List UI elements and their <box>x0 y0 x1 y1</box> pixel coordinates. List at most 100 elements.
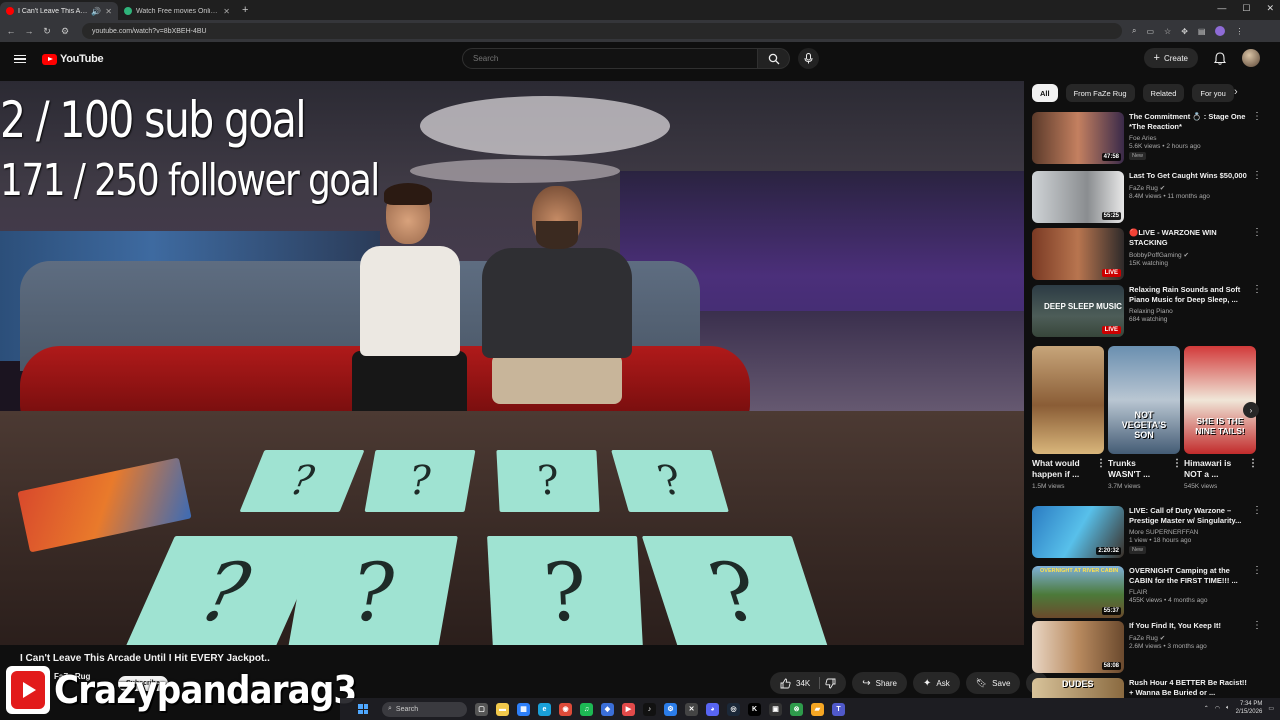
chip-for-you[interactable]: For you <box>1192 84 1234 102</box>
short-title[interactable]: What would happen if ... <box>1032 458 1080 479</box>
volume-icon[interactable]: 🔈︎ <box>1226 705 1230 712</box>
short-thumbnail[interactable] <box>1032 346 1104 454</box>
recommendation-item[interactable]: 47:58 The Commitment 💍 : Stage One *The … <box>1032 112 1264 166</box>
more-options-icon[interactable]: ⋮ <box>1096 459 1104 469</box>
short-item[interactable]: NOT VEGETA'S SON Trunks WASN'T ... ⋮ 3.7M… <box>1108 346 1180 490</box>
recommendation-item[interactable]: OVERNIGHT AT RIVER CABIN 55:37 OVERNIGHT… <box>1032 566 1264 620</box>
more-options-icon[interactable]: ⋮ <box>1252 171 1262 181</box>
store-icon[interactable]: ▦ <box>517 702 530 716</box>
chrome-icon[interactable]: ◉ <box>559 702 572 716</box>
youtube-logo[interactable]: YouTube <box>42 53 104 65</box>
recommendation-item[interactable]: LIVE 🔴LIVE - WARZONE WIN STACKING BobbyP… <box>1032 228 1264 282</box>
short-item[interactable]: SHE IS THE NINE TAILS! Himawari is NOT a… <box>1184 346 1256 490</box>
more-options-icon[interactable]: ⋮ <box>1252 228 1262 238</box>
close-tab-icon[interactable]: ✕ <box>223 7 230 16</box>
teams-icon[interactable]: T <box>832 702 845 716</box>
recommendation-item[interactable]: DEEP SLEEP MUSIC LIVE Relaxing Rain Soun… <box>1032 285 1264 339</box>
more-options-icon[interactable]: ⋮ <box>1172 459 1180 469</box>
chevron-up-icon[interactable]: ⌃ <box>1204 705 1209 712</box>
recommendation-channel[interactable]: More SUPERNERFFAN <box>1129 529 1250 536</box>
zoom-icon[interactable]: ⌕ <box>1132 26 1136 36</box>
notification-icon[interactable]: ▭ <box>1268 705 1274 712</box>
site-info-icon[interactable]: ⚙ <box>56 26 74 37</box>
ask-button[interactable]: ✦ Ask <box>912 672 960 694</box>
chrome-menu-icon[interactable]: ⋮ <box>1235 27 1243 36</box>
sidebar-icon[interactable]: ▤ <box>1198 27 1206 36</box>
thumbs-down-icon[interactable] <box>825 678 836 689</box>
recommendation-item[interactable]: 58:08 If You Find It, You Keep It! FaZe … <box>1032 621 1264 675</box>
video-thumbnail[interactable]: LIVE <box>1032 228 1124 280</box>
reload-icon[interactable]: ↻ <box>38 26 56 37</box>
system-clock[interactable]: 7:34 PM 2/15/2026 <box>1236 700 1263 716</box>
app-icon[interactable]: ◆ <box>601 702 614 716</box>
shorts-next-button[interactable]: › <box>1243 402 1259 418</box>
notifications-bell-icon[interactable] <box>1214 51 1226 65</box>
recommendation-item[interactable]: DUDES Rush Hour 4 BETTER Be Racist!! + W… <box>1032 678 1264 698</box>
more-options-icon[interactable]: ⋮ <box>1252 112 1262 122</box>
kick-icon[interactable]: K <box>748 702 761 716</box>
tab-youtube[interactable]: I Can't Leave This Arcade U 🔊 ✕ <box>0 2 118 20</box>
network-icon[interactable]: ◠ <box>1215 705 1220 712</box>
file-explorer-icon[interactable]: ▬ <box>496 702 509 716</box>
recommendation-channel[interactable]: BobbyPoffGaming ✔︎ <box>1129 251 1250 259</box>
video-thumbnail[interactable]: 55:25 <box>1032 171 1124 223</box>
search-input[interactable] <box>462 48 758 69</box>
create-button[interactable]: + Create <box>1143 48 1198 68</box>
discord-icon[interactable]: ◕ <box>706 702 719 716</box>
recommendation-item[interactable]: 55:25 Last To Get Caught Wins $50,000 Fa… <box>1032 171 1264 225</box>
app-icon[interactable]: ✕ <box>685 702 698 716</box>
tab-movies[interactable]: Watch Free movies Online | 12 ✕ <box>118 2 236 20</box>
close-window-icon[interactable]: ✕ <box>1266 3 1274 14</box>
forward-icon[interactable]: → <box>20 26 38 36</box>
chip-all[interactable]: All <box>1032 84 1058 102</box>
task-view-icon[interactable]: ▢ <box>475 702 488 716</box>
tiktok-icon[interactable]: ♪ <box>643 702 656 716</box>
more-options-icon[interactable]: ⋮ <box>1252 285 1262 295</box>
search-button[interactable] <box>758 48 790 69</box>
video-thumbnail[interactable]: DUDES <box>1032 678 1124 698</box>
app-icon[interactable]: ▶ <box>622 702 635 716</box>
more-options-icon[interactable]: ⋮ <box>1248 459 1256 469</box>
video-player[interactable]: ? ? ? ? ? ? ? ? 2 / 100 sub goal 171 / 2… <box>0 81 1024 645</box>
close-tab-icon[interactable]: ✕ <box>105 7 112 16</box>
recommendation-channel[interactable]: Foe Aries <box>1129 135 1250 142</box>
short-thumbnail[interactable]: NOT VEGETA'S SON <box>1108 346 1180 454</box>
account-avatar[interactable] <box>1242 49 1260 67</box>
hamburger-menu-icon[interactable] <box>14 54 26 64</box>
maximize-icon[interactable]: ☐ <box>1242 3 1250 14</box>
recommendation-title[interactable]: The Commitment 💍 : Stage One *The Reacti… <box>1129 112 1250 132</box>
back-icon[interactable]: ← <box>2 26 20 36</box>
short-title[interactable]: Himawari is NOT a ... <box>1184 458 1231 479</box>
like-button[interactable]: 34K <box>770 672 847 694</box>
recommendation-title[interactable]: Rush Hour 4 BETTER Be Racist!! + Wanna B… <box>1129 678 1250 698</box>
video-thumbnail[interactable]: DEEP SLEEP MUSIC LIVE <box>1032 285 1124 337</box>
bookmark-star-icon[interactable]: ☆ <box>1164 27 1171 36</box>
app-icon[interactable]: ▰ <box>811 702 824 716</box>
recommendation-channel[interactable]: Relaxing Piano <box>1129 308 1250 315</box>
recommendation-title[interactable]: Last To Get Caught Wins $50,000 <box>1129 171 1250 181</box>
video-thumbnail[interactable]: 47:58 <box>1032 112 1124 164</box>
spotify-icon[interactable]: ♫ <box>580 702 593 716</box>
short-title[interactable]: Trunks WASN'T ... <box>1108 458 1150 479</box>
chip-related[interactable]: Related <box>1142 84 1185 102</box>
more-options-icon[interactable]: ⋮ <box>1252 621 1262 631</box>
xbox-icon[interactable]: ⊗ <box>790 702 803 716</box>
video-thumbnail[interactable]: 2:20:32 <box>1032 506 1124 558</box>
edge-icon[interactable]: e <box>538 702 551 716</box>
recommendation-channel[interactable]: FaZe Rug ✔︎ <box>1129 634 1250 642</box>
short-thumbnail[interactable]: SHE IS THE NINE TAILS! <box>1184 346 1256 454</box>
more-options-icon[interactable]: ⋮ <box>1252 506 1262 516</box>
share-button[interactable]: ↪ Share <box>852 672 907 694</box>
recommendation-item[interactable]: 2:20:32 LIVE: Call of Duty Warzone – Pre… <box>1032 506 1264 560</box>
recommendation-channel[interactable]: FLAIR <box>1129 589 1250 596</box>
cast-icon[interactable]: ▭ <box>1146 27 1154 36</box>
profile-avatar-icon[interactable] <box>1215 26 1226 36</box>
recommendation-title[interactable]: 🔴LIVE - WARZONE WIN STACKING <box>1129 228 1250 248</box>
taskbar-search[interactable]: ⌕ Search <box>382 701 467 717</box>
new-tab-button[interactable]: + <box>242 4 248 16</box>
minimize-icon[interactable]: — <box>1217 3 1226 14</box>
save-button[interactable]: 🔖︎ Save <box>965 672 1021 694</box>
recommendation-title[interactable]: Relaxing Rain Sounds and Soft Piano Musi… <box>1129 285 1250 305</box>
video-thumbnail[interactable]: 58:08 <box>1032 621 1124 673</box>
recommendation-channel[interactable]: FaZe Rug ✔︎ <box>1129 184 1250 192</box>
